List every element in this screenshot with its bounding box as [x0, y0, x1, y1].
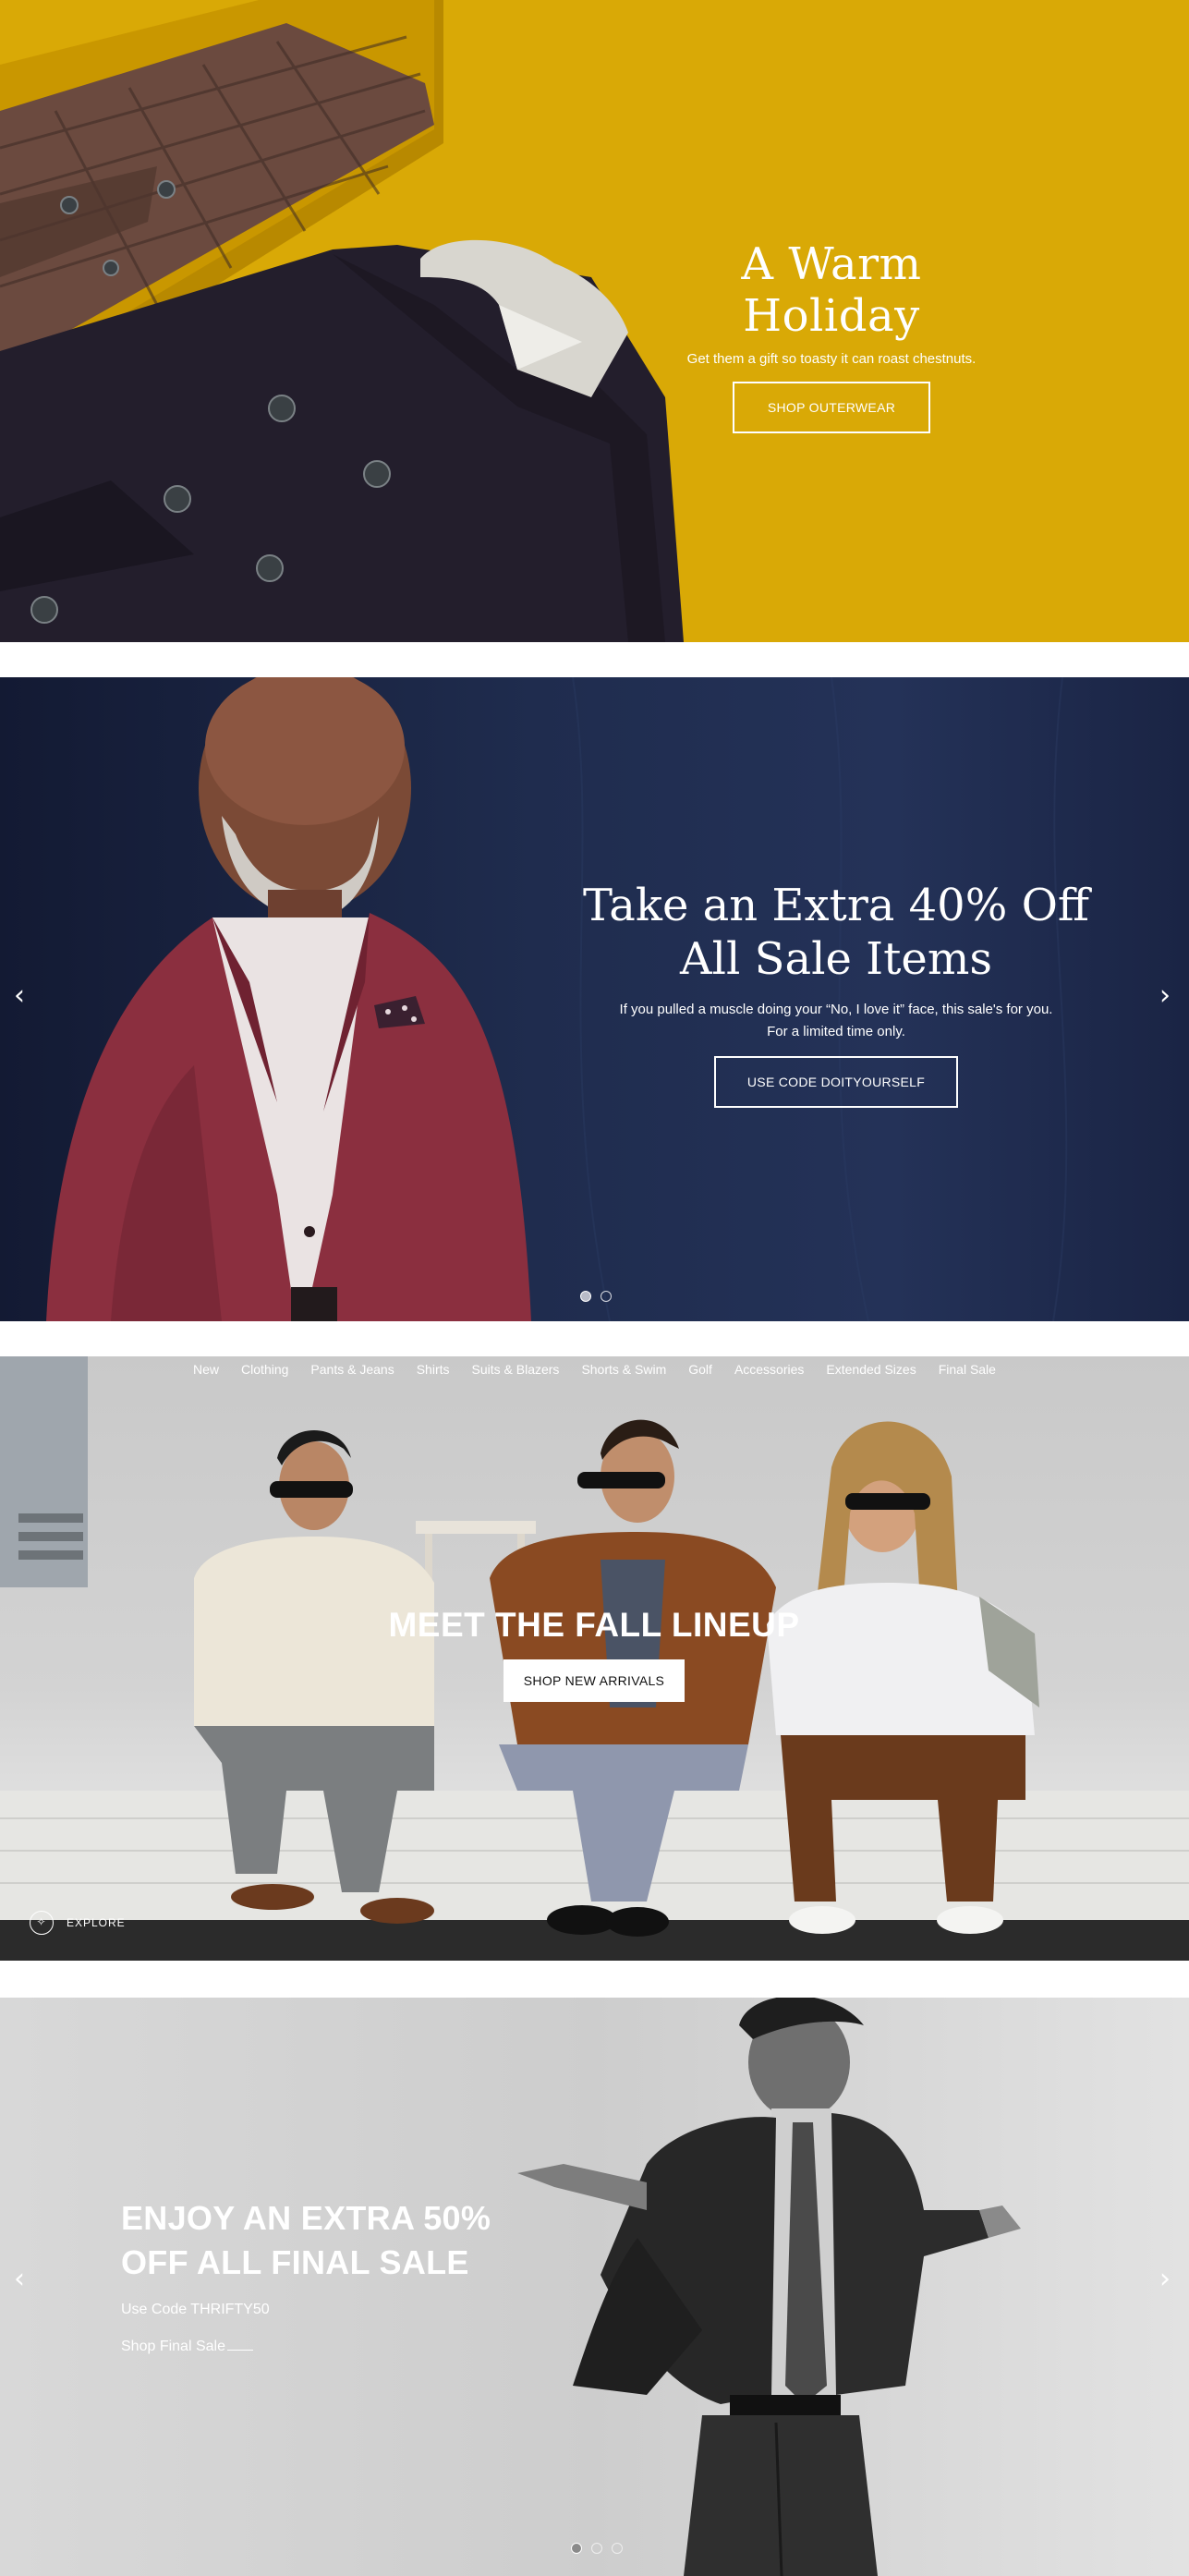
nav-item-golf[interactable]: Golf	[688, 1356, 712, 1382]
shop-outerwear-button[interactable]: SHOP OUTERWEAR	[733, 382, 930, 433]
nav-item-suits-blazers[interactable]: Suits & Blazers	[472, 1356, 560, 1382]
sale-body-line1: If you pulled a muscle doing your “No, I…	[619, 1002, 1053, 1017]
fall-title: MEET THE FALL LINEUP	[388, 1606, 800, 1644]
chevron-right-icon[interactable]: ›	[1159, 2266, 1171, 2293]
explore-label: EXPLORE	[67, 1916, 126, 1929]
sale-title-line2: All Sale Items	[680, 933, 992, 985]
nav-item-shirts[interactable]: Shirts	[417, 1356, 450, 1382]
fall-copy: MEET THE FALL LINEUP SHOP NEW ARRIVALS	[317, 1604, 871, 1702]
carousel-dot[interactable]	[612, 2543, 623, 2554]
category-nav: New Clothing Pants & Jeans Shirts Suits & Bl…	[0, 1356, 1189, 1382]
underline-dash	[226, 2350, 253, 2351]
nav-item-final-sale[interactable]: Final Sale	[939, 1356, 996, 1382]
nav-item-new[interactable]: New	[193, 1356, 219, 1382]
outerwear-subtitle: Get them a gift so toasty it can roast c…	[686, 351, 977, 367]
final-sale-code: Use Code THRIFTY50	[121, 2302, 270, 2317]
final-sale-banner[interactable]: ENJOY AN EXTRA 50% OFF ALL FINAL SALE Us…	[0, 1998, 1189, 2576]
page-title: A Warm Holiday	[741, 238, 922, 342]
carousel-dot-active[interactable]	[571, 2543, 582, 2554]
sale-title-line1: Take an Extra 40% Off	[582, 880, 1090, 931]
nav-item-pants-jeans[interactable]: Pants & Jeans	[310, 1356, 394, 1382]
final-sale-title-line2: OFF ALL FINAL SALE	[121, 2243, 469, 2281]
nav-item-shorts-swim[interactable]: Shorts & Swim	[581, 1356, 666, 1382]
carousel-dot[interactable]	[591, 2543, 602, 2554]
nav-item-extended-sizes[interactable]: Extended Sizes	[826, 1356, 916, 1382]
sale-copy: Take an Extra 40% Off All Sale Items If …	[573, 879, 1099, 1108]
shop-final-sale-label: Shop Final Sale	[121, 2339, 225, 2354]
outerwear-copy: A Warm Holiday Get them a gift so toasty…	[647, 238, 1016, 433]
explore-link[interactable]: ✧ EXPLORE	[30, 1911, 126, 1935]
use-code-button[interactable]: USE CODE DOITYOURSELF	[714, 1056, 958, 1108]
chevron-right-icon[interactable]: ›	[1159, 982, 1171, 1010]
shop-final-sale-link[interactable]: Shop Final Sale	[121, 2339, 601, 2355]
final-sale-title-line1: ENJOY AN EXTRA 50%	[121, 2199, 491, 2237]
carousel-dot-active[interactable]	[580, 1291, 591, 1302]
nav-item-accessories[interactable]: Accessories	[734, 1356, 804, 1382]
compass-icon: ✧	[30, 1911, 54, 1935]
sale-body-line2: For a limited time only.	[767, 1024, 905, 1039]
sale-hero-banner[interactable]: Take an Extra 40% Off All Sale Items If …	[0, 677, 1189, 1321]
chevron-left-icon[interactable]: ‹	[14, 982, 25, 1010]
carousel-dot[interactable]	[601, 1291, 612, 1302]
final-sale-copy: ENJOY AN EXTRA 50% OFF ALL FINAL SALE Us…	[121, 2196, 601, 2355]
chevron-left-icon[interactable]: ‹	[14, 2266, 25, 2293]
outerwear-hero-banner[interactable]: A Warm Holiday Get them a gift so toasty…	[0, 0, 1189, 642]
shop-new-arrivals-button[interactable]: SHOP NEW ARRIVALS	[504, 1659, 685, 1702]
nav-item-clothing[interactable]: Clothing	[241, 1356, 288, 1382]
fall-lineup-banner[interactable]: New Clothing Pants & Jeans Shirts Suits & Bl…	[0, 1356, 1189, 1961]
